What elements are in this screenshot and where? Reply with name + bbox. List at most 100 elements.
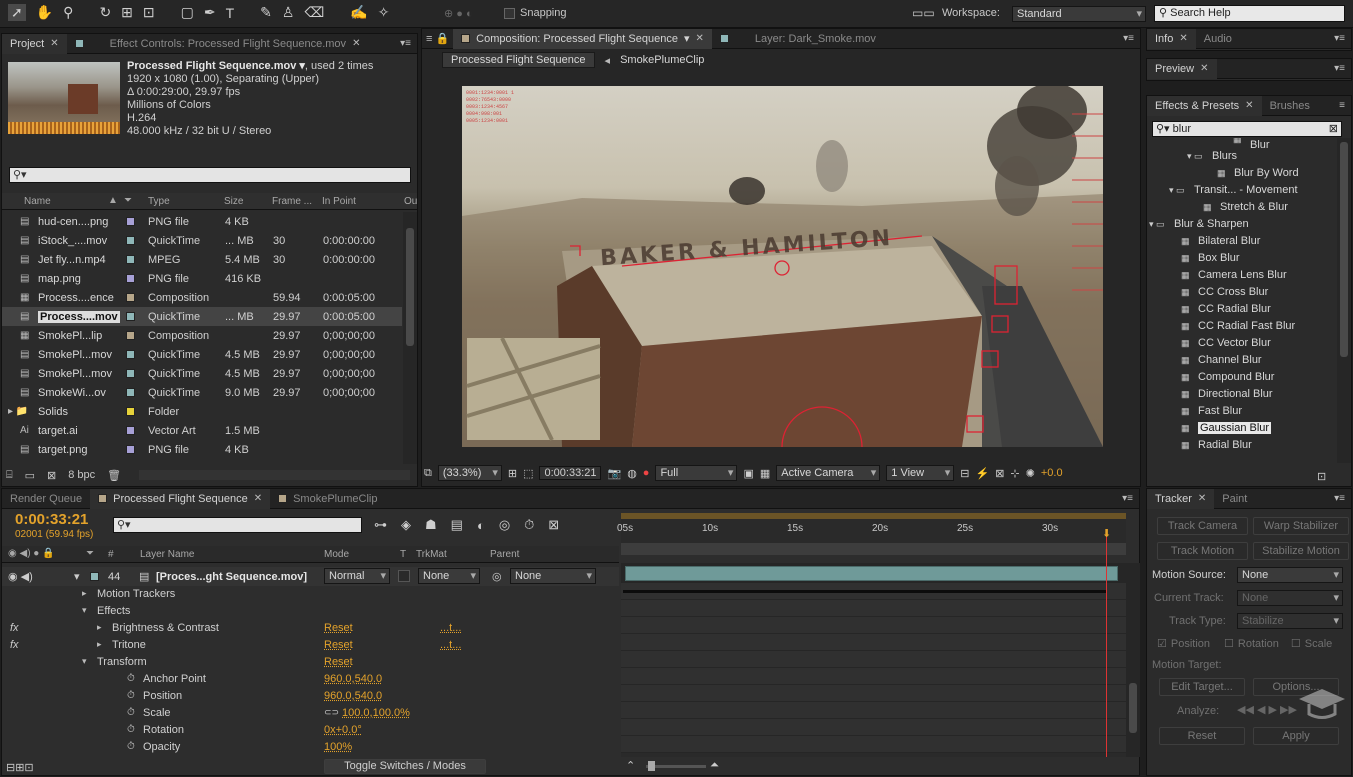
label-color[interactable] — [126, 445, 135, 454]
brush-tool-icon[interactable]: ✎ — [260, 4, 272, 21]
playhead-icon[interactable]: ⬇ — [1102, 527, 1111, 540]
label-color[interactable] — [126, 312, 135, 321]
zoom-select[interactable]: (33.3%) — [437, 465, 502, 481]
effect-item[interactable]: ▦ Directional Blur — [1147, 385, 1337, 402]
property-extra[interactable]: ...t... — [440, 639, 461, 651]
tab-preview[interactable]: Preview ✕ — [1147, 58, 1217, 79]
project-item-row[interactable]: ▦ Process....ence Composition 59.94 0:00:05:… — [2, 288, 402, 307]
project-search-input[interactable]: ⚲▾ — [9, 167, 411, 183]
label-color[interactable] — [126, 236, 135, 245]
col-in-point[interactable]: In Point — [322, 196, 356, 207]
preserve-transparency-checkbox[interactable] — [398, 570, 410, 582]
stopwatch-icon[interactable]: ⏱ — [127, 741, 135, 752]
bpc-label[interactable]: 8 bpc — [68, 469, 95, 481]
effect-item[interactable]: ▦ Compound Blur — [1147, 368, 1337, 385]
effect-item[interactable]: ▦ CC Radial Blur — [1147, 300, 1337, 317]
panel-menu-icon[interactable]: ▾≡ — [1334, 63, 1345, 74]
track-camera-button[interactable]: Track Camera — [1157, 517, 1248, 535]
label-color[interactable] — [126, 350, 135, 359]
close-icon[interactable]: ✕ — [352, 34, 360, 54]
tab-tracker[interactable]: Tracker ✕ — [1147, 488, 1215, 509]
analyze-buttons[interactable]: ◀◀ ◀ ▶ ▶▶ — [1237, 703, 1297, 716]
project-item-row[interactable]: ▤ Process....mov QuickTime ... MB 29.97 0:00:… — [2, 307, 402, 326]
trash-icon[interactable]: 🗑 — [107, 469, 121, 482]
tab-effect-controls[interactable]: Effect Controls: Processed Flight Sequen… — [67, 34, 369, 54]
col-name[interactable]: Name — [24, 196, 51, 207]
effect-item[interactable]: ▦ Channel Blur — [1147, 351, 1337, 368]
effect-item[interactable]: ▦ Fast Blur — [1147, 402, 1337, 419]
frame-blending-icon[interactable]: ▤ — [451, 517, 463, 533]
rotation-checkbox[interactable]: ☐ — [1224, 637, 1234, 650]
toggle-switches-modes-button[interactable]: Toggle Switches / Modes — [324, 759, 486, 774]
panel-menu-icon[interactable]: ▾≡ — [400, 38, 411, 49]
panel-menu-icon[interactable]: ▾≡ — [1334, 33, 1345, 44]
constrain-proportions-icon[interactable]: ⊂⊃ — [324, 707, 339, 718]
property-row[interactable]: ⏱ Rotation 0x+0.0° — [2, 721, 619, 738]
scale-checkbox[interactable]: ☐ — [1291, 637, 1301, 650]
fast-previews-icon[interactable]: ▣ — [743, 467, 753, 480]
selection-tool-icon[interactable]: ➚ — [8, 4, 26, 21]
tab-audio[interactable]: Audio — [1196, 29, 1240, 49]
type-tool-icon[interactable]: T — [226, 5, 235, 21]
layer-name[interactable]: [Proces...ght Sequence.mov] — [156, 571, 307, 583]
tab-layer[interactable]: Layer: Dark_Smoke.mov — [712, 29, 884, 49]
close-icon[interactable]: ✕ — [50, 34, 58, 54]
track-type-select[interactable]: Stabilize — [1237, 613, 1343, 629]
current-track-select[interactable]: None — [1237, 590, 1343, 606]
time-graph[interactable] — [621, 563, 1126, 757]
project-item-row[interactable]: ▦ SmokePl...lip Composition 29.97 0;00;00;00 — [2, 326, 402, 345]
clear-search-icon[interactable]: ⊠ — [1329, 122, 1338, 136]
property-value[interactable]: 100.0,100.0% — [342, 707, 410, 719]
label-color[interactable] — [126, 293, 135, 302]
effects-scrollbar[interactable] — [1337, 138, 1351, 463]
effect-item[interactable]: ▦ Box Blur — [1147, 249, 1337, 266]
project-item-row[interactable]: ▤ iStock_....mov QuickTime ... MB 30 0:00:00:… — [2, 231, 402, 250]
property-value[interactable]: Reset — [324, 622, 353, 634]
zoom-out-icon[interactable]: ⌃ — [626, 759, 635, 772]
tab-project[interactable]: Project ✕ — [2, 33, 67, 54]
fx-icon[interactable]: fx — [10, 639, 19, 651]
breadcrumb-current[interactable]: Processed Flight Sequence — [442, 52, 595, 68]
view-layout-select[interactable]: 1 View — [886, 465, 955, 481]
property-row[interactable]: ⏱ Opacity 100% — [2, 738, 619, 755]
property-row[interactable]: ⏱ Anchor Point 960.0,540.0 — [2, 670, 619, 687]
snapshot-icon[interactable]: 📷 — [607, 467, 621, 480]
roto-brush-tool-icon[interactable]: ✍ — [350, 4, 367, 21]
trkmat-select[interactable]: None — [418, 568, 480, 584]
workspace-select[interactable]: Standard — [1012, 6, 1146, 22]
property-value[interactable]: 960.0,540.0 — [324, 673, 382, 685]
effect-item[interactable]: ▦ Camera Lens Blur — [1147, 266, 1337, 283]
eraser-tool-icon[interactable]: ⌫ — [304, 4, 324, 21]
effects-search-input[interactable]: ⚲▾ blur ⊠ — [1152, 121, 1342, 137]
expand-arrow-icon[interactable]: ▾ — [74, 570, 80, 583]
tab-brushes[interactable]: Brushes — [1262, 96, 1318, 116]
effect-item[interactable]: ▦ CC Vector Blur — [1147, 334, 1337, 351]
panel-menu-icon[interactable]: ≡ — [1339, 100, 1345, 111]
expand-switches-icon[interactable]: ⊟⊞⊡ — [6, 761, 34, 774]
effect-item[interactable]: ▦ Radial Blur — [1147, 436, 1337, 453]
motion-blur-icon[interactable]: ◐ — [477, 518, 485, 533]
resolution-select[interactable]: Full — [655, 465, 738, 481]
breadcrumb-smokeplume[interactable]: SmokePlumeClip — [620, 54, 704, 66]
tab-effects-presets[interactable]: Effects & Presets ✕ — [1147, 95, 1262, 116]
project-item-row[interactable]: ▤ Jet fly...n.mp4 MPEG 5.4 MB 30 0:00:00:00 — [2, 250, 402, 269]
motion-source-select[interactable]: None — [1237, 567, 1343, 583]
project-item-row[interactable]: ▤ SmokePl...mov QuickTime 4.5 MB 29.97 0;00;0… — [2, 364, 402, 383]
lock-icon[interactable]: ≡ 🔒 — [422, 29, 453, 49]
project-item-row[interactable]: ▤ target.png PNG file 4 KB — [2, 440, 402, 459]
fast-draft-icon[interactable]: ⚡ — [975, 467, 989, 480]
toggle-pixel-icon[interactable]: ⊟ — [960, 467, 969, 480]
camera-select[interactable]: Active Camera — [776, 465, 881, 481]
pen-tool-icon[interactable]: ✒ — [204, 4, 216, 21]
current-time-indicator[interactable] — [1106, 531, 1107, 757]
property-row[interactable]: ⏱ Scale ⊂⊃ 100.0,100.0% — [2, 704, 619, 721]
expand-arrow-icon[interactable]: ▾ — [82, 656, 87, 667]
graph-editor-icon[interactable]: ◎ — [499, 517, 510, 533]
tab-timeline-comp[interactable]: Processed Flight Sequence ✕ — [90, 488, 271, 509]
pan-behind-tool-icon[interactable]: ⊡ — [143, 4, 155, 21]
timeline-search-input[interactable]: ⚲▾ — [113, 517, 362, 533]
property-row[interactable]: ⏱ Position 960.0,540.0 — [2, 687, 619, 704]
stopwatch-icon[interactable]: ⏱ — [127, 673, 135, 684]
panel-menu-icon[interactable]: ▾≡ — [1334, 493, 1345, 504]
property-row[interactable]: fx ▸ Brightness & Contrast Reset ...t... — [2, 619, 619, 636]
